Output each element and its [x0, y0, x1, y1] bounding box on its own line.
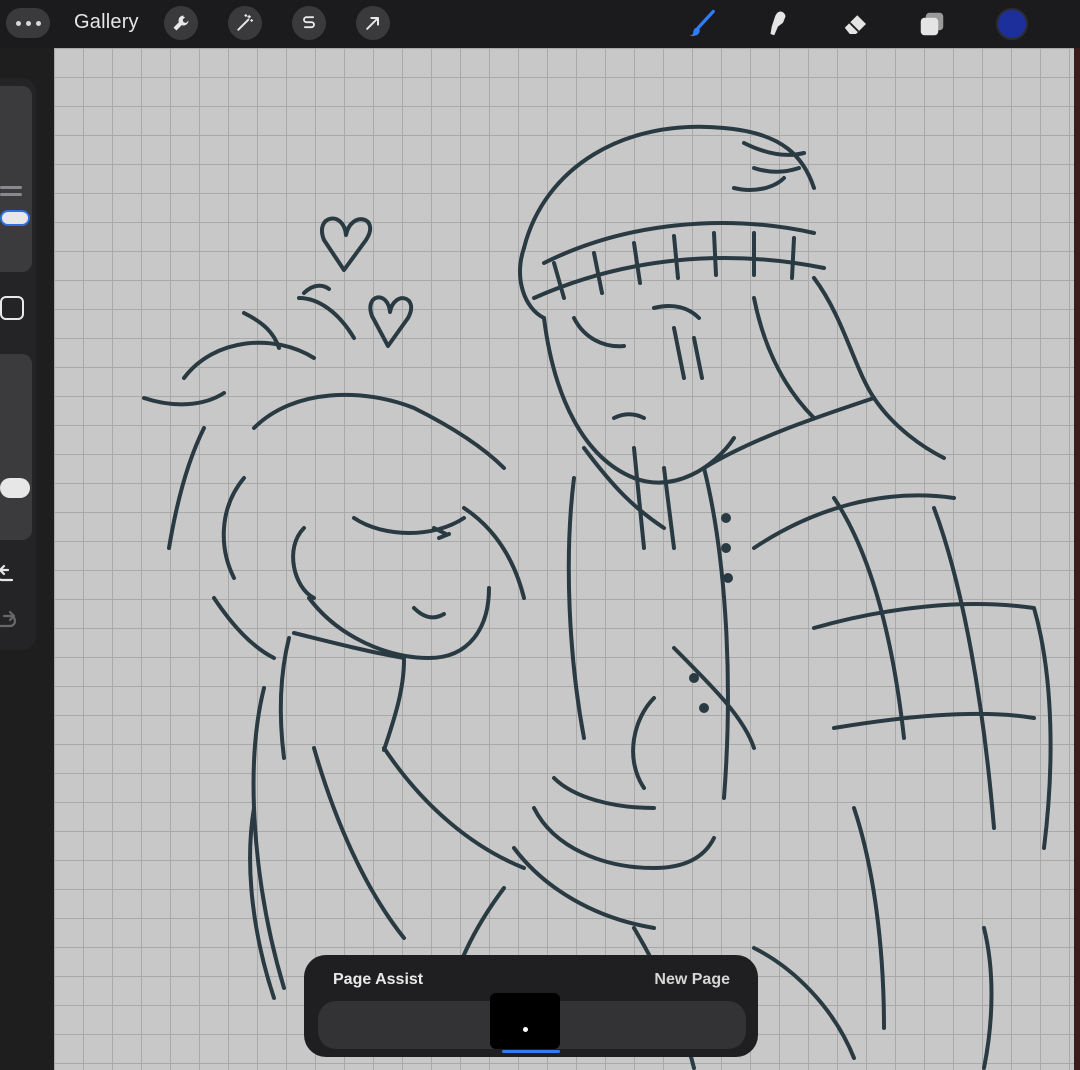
- smudge-icon: [770, 11, 786, 36]
- actions-button[interactable]: [164, 6, 198, 40]
- layers-icon: [920, 12, 944, 36]
- dot-icon: [15, 20, 21, 26]
- top-toolbar: Gallery: [0, 0, 1080, 48]
- transform-button[interactable]: [356, 6, 390, 40]
- more-options-button[interactable]: [6, 8, 50, 38]
- selection-button[interactable]: [292, 6, 326, 40]
- page-assist-title: Page Assist: [333, 971, 424, 988]
- page-thumbnail[interactable]: [490, 993, 560, 1049]
- left-sidebar: [0, 78, 36, 650]
- sketch-artwork: [142, 124, 1053, 1070]
- magic-wand-icon: [237, 14, 254, 31]
- eraser-button[interactable]: [838, 6, 874, 42]
- layers-button[interactable]: [914, 6, 950, 42]
- slider-grip-icon: [0, 186, 22, 200]
- transform-arrow-icon: [366, 17, 379, 30]
- current-page-indicator: [502, 1050, 560, 1053]
- wrench-icon: [173, 15, 189, 31]
- page-thumbnail-dot: [523, 1027, 528, 1032]
- eraser-icon: [844, 15, 866, 34]
- brush-opacity-slider[interactable]: [0, 354, 32, 540]
- new-page-button[interactable]: New Page: [654, 971, 730, 989]
- brush-size-thumb[interactable]: [0, 210, 30, 226]
- dot-icon: [25, 20, 31, 26]
- paint-brush-button[interactable]: [684, 6, 720, 42]
- brush-opacity-thumb[interactable]: [0, 478, 30, 498]
- drawing-canvas[interactable]: [54, 48, 1080, 1070]
- brush-size-slider[interactable]: [0, 86, 32, 272]
- canvas-edge: [1074, 48, 1080, 1070]
- adjustments-button[interactable]: [228, 6, 262, 40]
- smudge-button[interactable]: [760, 6, 796, 42]
- brush-icon: [689, 9, 715, 37]
- dot-icon: [35, 20, 41, 26]
- redo-icon[interactable]: [0, 608, 28, 632]
- undo-icon[interactable]: [0, 562, 28, 586]
- selection-icon: [303, 16, 315, 29]
- color-picker-button[interactable]: [996, 8, 1028, 40]
- page-assist-panel: Page Assist New Page: [304, 955, 758, 1057]
- modify-button[interactable]: [0, 296, 24, 320]
- gallery-button[interactable]: Gallery: [74, 11, 139, 34]
